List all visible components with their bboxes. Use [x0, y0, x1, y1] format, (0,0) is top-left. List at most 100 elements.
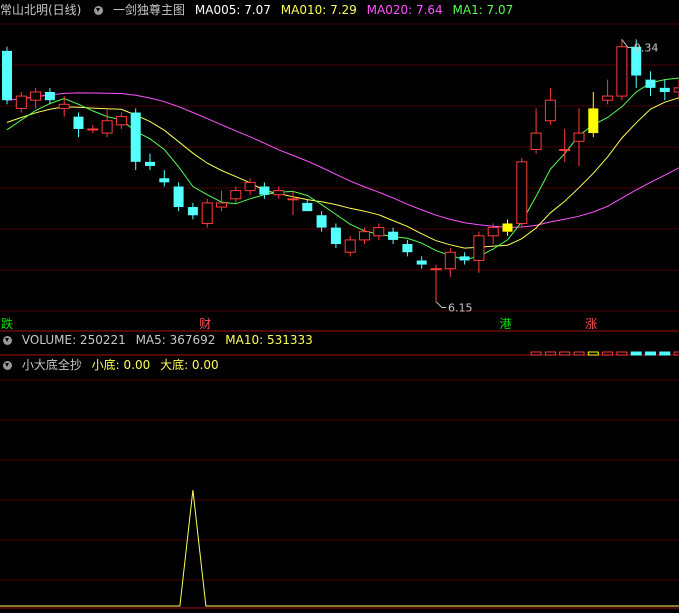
candle — [430, 264, 442, 302]
candle-body — [602, 95, 614, 101]
moving-average-lines — [6, 77, 679, 261]
candle-body — [502, 223, 513, 232]
candle — [87, 124, 99, 134]
candle-body — [58, 103, 70, 109]
candle — [659, 79, 670, 101]
price-annotation: 6.15 — [435, 301, 473, 315]
ma-line-ma020 — [6, 92, 679, 228]
candle-body — [259, 186, 270, 195]
candle — [359, 227, 370, 245]
candle — [302, 198, 313, 212]
candle-body — [673, 87, 679, 93]
candle-body — [416, 260, 427, 265]
candle — [187, 202, 198, 220]
candle-body — [73, 116, 84, 129]
annotation-leader — [621, 39, 632, 48]
candle — [30, 87, 42, 109]
volume-bar — [587, 351, 599, 356]
volume-bar — [602, 351, 614, 356]
candle-body — [344, 239, 356, 253]
candle — [473, 231, 485, 273]
candle — [416, 256, 427, 269]
annotation-leader — [435, 301, 446, 309]
bottom-indicator-line — [0, 489, 679, 607]
volume-bar — [659, 351, 671, 356]
candle — [588, 91, 599, 138]
candle-body — [173, 186, 184, 208]
candle-body — [573, 132, 585, 142]
event-markers: 跌财港涨 — [1, 316, 597, 331]
candle-body — [430, 268, 442, 271]
candle — [201, 198, 213, 228]
candle-body — [145, 161, 155, 166]
price-annotation-label: 9.34 — [634, 41, 659, 54]
candle — [58, 96, 70, 117]
candle — [130, 108, 141, 171]
candle-body — [316, 215, 327, 228]
candle-body — [616, 46, 628, 97]
candle-body — [2, 50, 12, 101]
candle-body — [15, 95, 27, 109]
candle-body — [659, 87, 670, 92]
candle — [616, 39, 628, 101]
candle-body — [388, 231, 399, 240]
volume-bar — [616, 351, 628, 356]
volume-bar — [645, 351, 656, 356]
grid-lines — [0, 23, 679, 609]
candle-body — [359, 231, 370, 241]
event-marker: 涨 — [585, 316, 597, 331]
candle — [388, 227, 399, 245]
candle-body — [130, 112, 141, 162]
chart-canvas[interactable]: 9.34 6.15 跌 财 港 涨 — [0, 0, 679, 613]
event-marker: 港 — [500, 317, 512, 331]
candle-body — [588, 108, 599, 134]
volume-bar — [530, 351, 542, 356]
volume-bar — [673, 351, 679, 356]
volume-bar — [559, 351, 571, 356]
candle-body — [87, 128, 99, 131]
candle-body — [544, 99, 556, 122]
candle — [330, 223, 341, 249]
volume-bar — [544, 351, 556, 356]
candle — [159, 170, 170, 187]
candle — [573, 108, 585, 166]
candlesticks — [2, 39, 679, 302]
candle — [145, 153, 155, 171]
candle-body — [273, 190, 285, 196]
candle-body — [187, 207, 198, 216]
candle — [230, 186, 242, 203]
candle-body — [330, 227, 341, 245]
candle — [373, 223, 385, 240]
candle — [645, 71, 656, 97]
candle — [544, 87, 556, 125]
candle — [216, 190, 227, 212]
candle-body — [159, 178, 170, 183]
candle-body — [645, 79, 656, 88]
candle-body — [402, 244, 413, 253]
candle — [287, 190, 299, 216]
event-marker: 跌 — [1, 316, 13, 331]
candle-body — [473, 235, 485, 261]
bottom-indicator-panel — [0, 489, 679, 607]
event-marker: 财 — [199, 317, 211, 331]
candle — [259, 182, 270, 199]
candle — [73, 112, 84, 138]
candle — [459, 252, 470, 265]
candle-body — [487, 227, 499, 237]
candle — [101, 108, 113, 138]
candle-body — [444, 251, 456, 270]
candle — [344, 235, 356, 257]
candle-body — [30, 91, 42, 101]
candle — [673, 79, 679, 101]
candle-body — [302, 202, 313, 212]
candle-body — [530, 132, 542, 151]
ma-line-ma1 — [6, 77, 679, 261]
candle-body — [101, 120, 113, 134]
candle — [115, 112, 127, 129]
candle-body — [216, 202, 227, 208]
candle-body — [459, 256, 470, 261]
candle-body — [373, 227, 385, 237]
candle-body — [44, 91, 55, 101]
candle-body — [287, 198, 299, 201]
candle-body — [201, 202, 213, 224]
